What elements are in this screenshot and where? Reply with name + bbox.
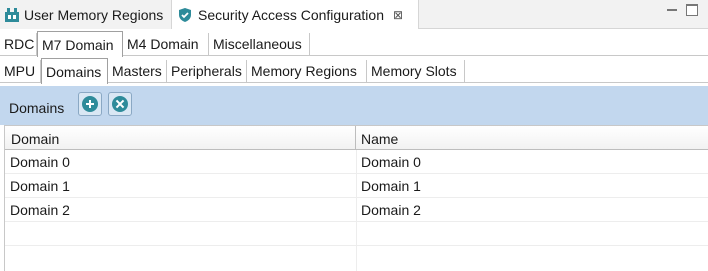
domains-toolbar: Domains <box>0 86 708 125</box>
maximize-button[interactable] <box>686 4 698 16</box>
tab-m7-domain[interactable]: M7 Domain <box>37 31 123 57</box>
cell-domain: Domain 1 <box>10 178 70 194</box>
tab-label: Security Access Configuration <box>198 6 384 23</box>
close-icon[interactable]: ⊠ <box>393 8 403 22</box>
tab-rdc[interactable]: RDC <box>0 33 37 56</box>
tab-mpu[interactable]: MPU <box>0 60 41 83</box>
memory-regions-icon <box>4 7 20 23</box>
add-domain-button[interactable] <box>78 92 102 116</box>
table-row[interactable]: Domain 0 Domain 0 <box>5 150 708 174</box>
security-shield-icon <box>177 7 193 23</box>
tab-user-memory-regions[interactable]: User Memory Regions <box>0 0 171 29</box>
column-header-name[interactable]: Name <box>356 126 708 150</box>
tab-miscellaneous[interactable]: Miscellaneous <box>209 33 310 56</box>
column-header-domain[interactable]: Domain <box>5 126 356 150</box>
core-tab-row: RDC M7 Domain M4 Domain Miscellaneous <box>0 31 708 57</box>
tab-memory-regions[interactable]: Memory Regions <box>247 60 367 83</box>
tab-bar-divider <box>419 28 708 29</box>
tab-peripherals[interactable]: Peripherals <box>167 60 247 83</box>
remove-circle-icon <box>112 96 128 112</box>
tab-label: User Memory Regions <box>24 6 164 23</box>
tab-security-access-configuration[interactable]: Security Access Configuration ⊠ <box>171 0 419 29</box>
section-title: Domains <box>9 100 65 116</box>
cell-name[interactable]: Domain 0 <box>356 150 708 174</box>
empty-row <box>5 222 708 246</box>
tab-memory-slots[interactable]: Memory Slots <box>367 60 465 83</box>
editor-tab-bar: User Memory Regions Security Access Conf… <box>0 0 708 29</box>
cell-name[interactable]: Domain 1 <box>356 174 708 198</box>
section-tab-row: MPU Domains Masters Peripherals Memory R… <box>0 58 708 84</box>
cell-domain: Domain 0 <box>10 154 70 170</box>
tab-m4-domain[interactable]: M4 Domain <box>123 33 209 56</box>
table-row[interactable]: Domain 1 Domain 1 <box>5 174 708 198</box>
remove-domain-button[interactable] <box>108 92 132 116</box>
tab-masters[interactable]: Masters <box>108 60 167 83</box>
minimize-button[interactable] <box>666 4 678 16</box>
cell-domain: Domain 2 <box>10 202 70 218</box>
table-header: Domain Name <box>5 125 708 150</box>
add-circle-icon <box>82 96 98 112</box>
tab-domains[interactable]: Domains <box>41 58 108 84</box>
cell-name[interactable]: Domain 2 <box>356 198 708 222</box>
table-row[interactable]: Domain 2 Domain 2 <box>5 198 708 222</box>
domains-table: Domain Name Domain 0 Domain 0 Domain 1 D… <box>4 125 708 271</box>
